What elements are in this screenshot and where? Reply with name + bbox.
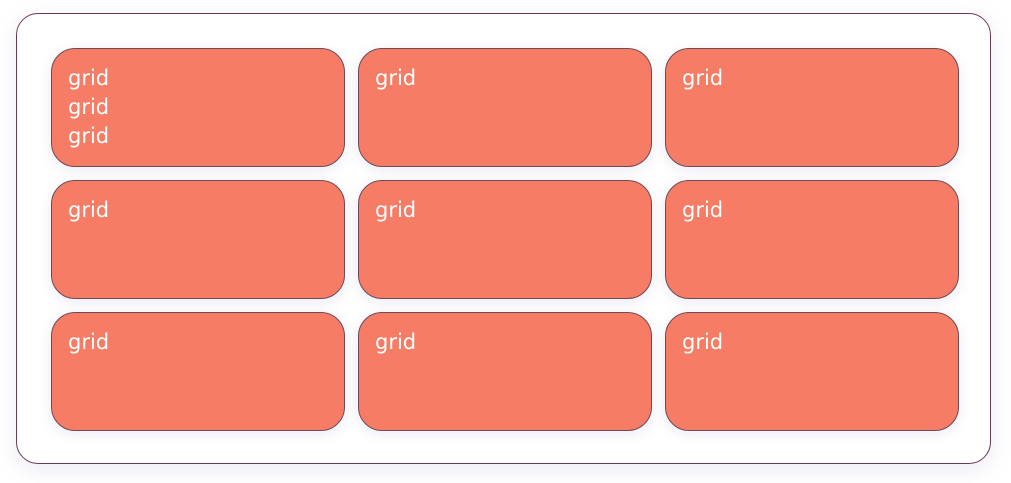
grid-cell-text: grid	[68, 66, 110, 90]
grid-cell-text: grid	[68, 95, 110, 119]
grid-cell-text: grid	[375, 198, 417, 222]
grid-layout: grid grid grid grid grid grid grid grid …	[51, 48, 959, 431]
grid-cell-text: grid	[682, 66, 724, 90]
grid-cell: grid	[665, 312, 959, 431]
grid-cell: grid grid grid	[51, 48, 345, 167]
grid-cell-text: grid	[682, 330, 724, 354]
grid-cell-text: grid	[68, 330, 110, 354]
grid-cell-text: grid	[375, 330, 417, 354]
grid-cell: grid	[51, 180, 345, 299]
grid-cell: grid	[358, 48, 652, 167]
grid-cell: grid	[665, 48, 959, 167]
grid-cell: grid	[51, 312, 345, 431]
grid-cell: grid	[665, 180, 959, 299]
grid-cell-text: grid	[682, 198, 724, 222]
grid-cell: grid	[358, 180, 652, 299]
grid-cell-text: grid	[375, 66, 417, 90]
grid-container: grid grid grid grid grid grid grid grid …	[16, 13, 991, 464]
grid-cell-text: grid	[68, 124, 110, 148]
grid-cell-text: grid	[68, 198, 110, 222]
grid-cell: grid	[358, 312, 652, 431]
